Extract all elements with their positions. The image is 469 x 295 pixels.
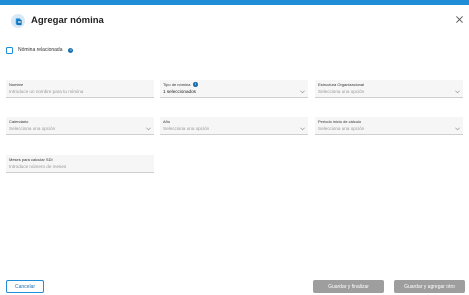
payroll-document-icon — [11, 14, 25, 28]
sdi-months-label: Meses para calcular SDI — [9, 157, 53, 162]
chevron-down-icon[interactable] — [300, 90, 305, 94]
info-icon[interactable]: i — [68, 47, 74, 53]
chevron-down-icon[interactable] — [455, 127, 460, 131]
save-add-another-button[interactable]: Guardar y agregar otro — [394, 280, 465, 293]
year-select[interactable]: Año Selecciona una opción — [160, 117, 308, 135]
cancel-button[interactable]: Cancelar — [6, 280, 44, 293]
sdi-months-field[interactable]: Meses para calcular SDI Introduce número… — [6, 155, 154, 173]
save-finish-button[interactable]: Guardar y finalizar — [313, 280, 384, 293]
year-label: Año — [163, 119, 171, 124]
org-structure-placeholder: Selecciona una opción — [318, 89, 365, 94]
payroll-type-label: Tipo de nómina — [163, 82, 191, 87]
payroll-type-value: 1 seleccionados — [163, 89, 196, 94]
period-start-placeholder: Selecciona una opción — [318, 126, 365, 131]
name-field[interactable]: Nombre Introduce un nombre para tu nómin… — [6, 80, 154, 98]
chevron-down-icon[interactable] — [146, 127, 151, 131]
name-input[interactable]: Introduce un nombre para tu nómina — [9, 89, 83, 94]
org-structure-label: Estructura Organizacional — [318, 82, 365, 87]
sdi-months-input[interactable]: Introduce número de meses — [9, 164, 66, 169]
info-icon[interactable]: i — [193, 82, 198, 87]
related-payroll-checkbox[interactable] — [6, 46, 13, 54]
calendar-select[interactable]: Calendario Selecciona una opción — [6, 117, 154, 135]
close-icon[interactable] — [456, 16, 466, 26]
org-structure-select[interactable]: Estructura Organizacional Selecciona una… — [315, 80, 463, 98]
page-title: Agregar nómina — [31, 15, 104, 26]
top-accent-bar — [0, 0, 469, 5]
related-payroll-row: Nómina relacionada i — [6, 45, 74, 55]
payroll-type-select[interactable]: Tipo de nómina i 1 seleccionados — [160, 80, 308, 98]
chevron-down-icon[interactable] — [300, 127, 305, 131]
chevron-down-icon[interactable] — [455, 90, 460, 94]
period-start-select[interactable]: Periodo inicio de cálculo Selecciona una… — [315, 117, 463, 135]
calendar-label: Calendario — [9, 119, 29, 124]
period-start-label: Periodo inicio de cálculo — [318, 119, 362, 124]
calendar-placeholder: Selecciona una opción — [9, 126, 56, 131]
year-placeholder: Selecciona una opción — [163, 126, 210, 131]
related-payroll-label: Nómina relacionada — [18, 47, 63, 53]
name-label: Nombre — [9, 82, 24, 87]
